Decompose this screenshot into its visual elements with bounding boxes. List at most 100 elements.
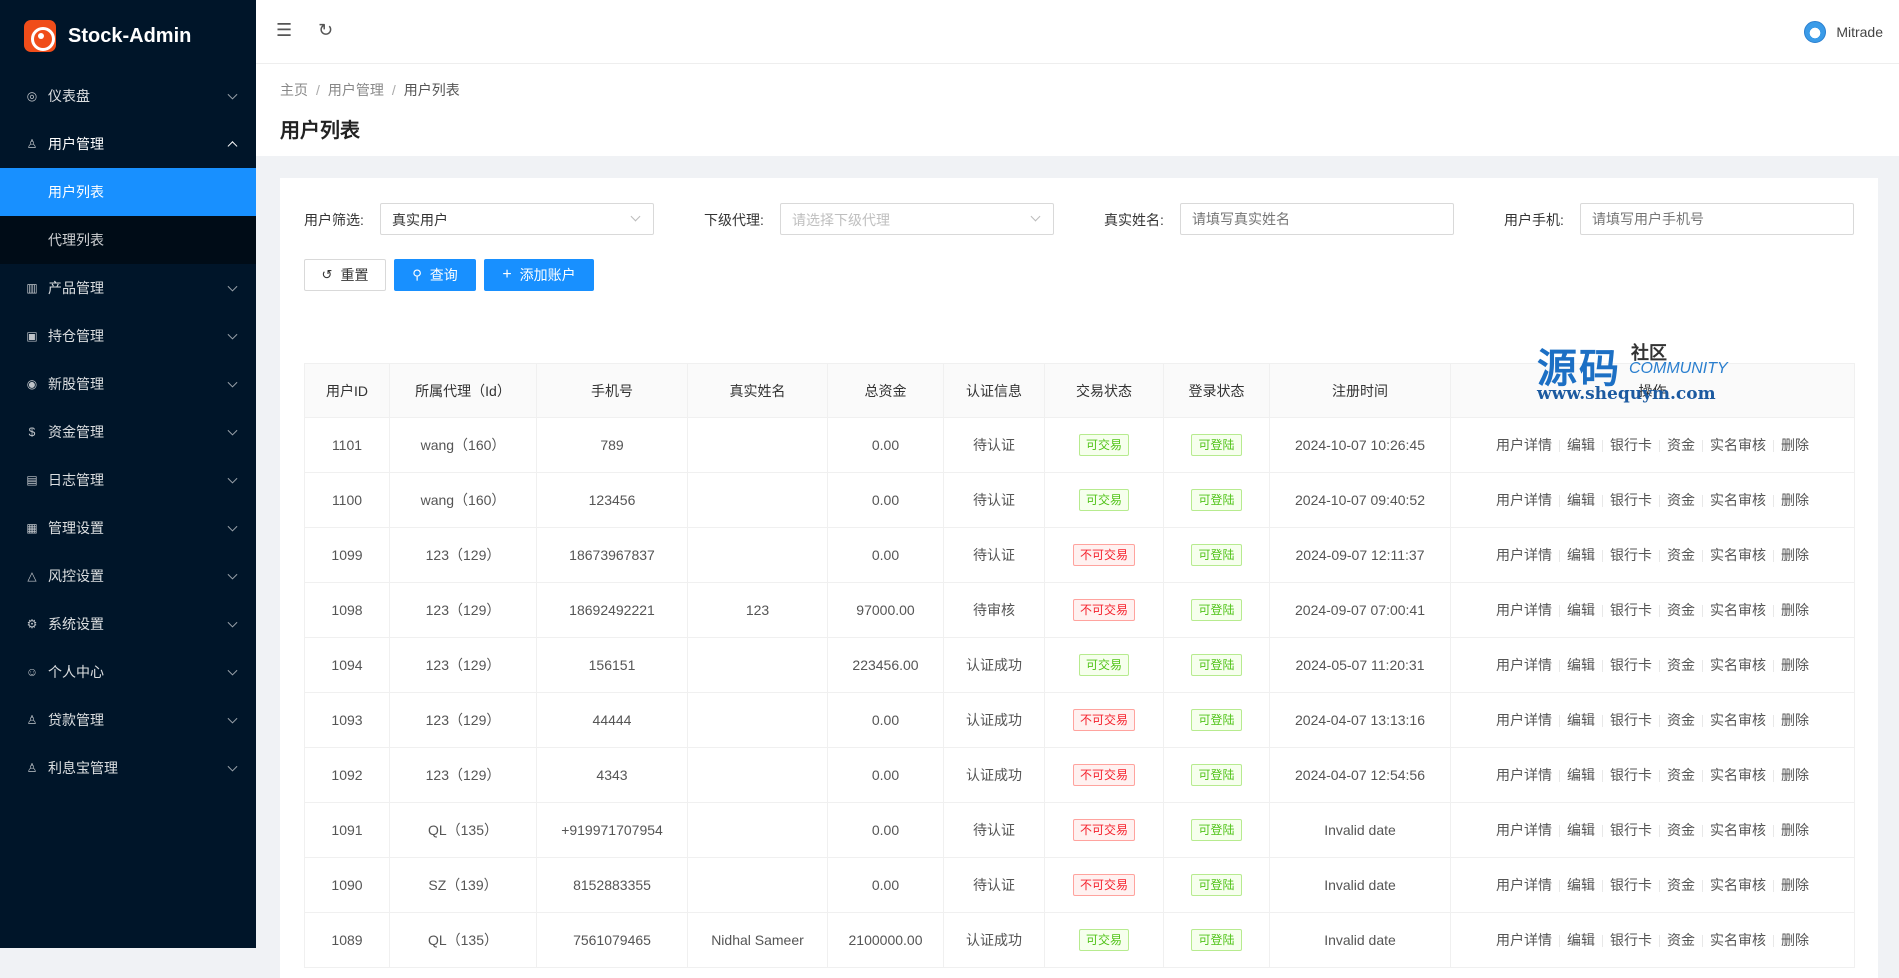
- action-link-0[interactable]: 用户详情: [1496, 877, 1552, 893]
- agent-select[interactable]: 请选择下级代理: [780, 203, 1054, 235]
- sidebar-item-2[interactable]: ▥ 产品管理: [0, 264, 256, 312]
- action-link-5[interactable]: 删除: [1781, 492, 1809, 508]
- action-link-5[interactable]: 删除: [1781, 547, 1809, 563]
- sidebar-item-9[interactable]: ⚙ 系统设置: [0, 600, 256, 648]
- sidebar-item-8[interactable]: △ 风控设置: [0, 552, 256, 600]
- action-link-0[interactable]: 用户详情: [1496, 932, 1552, 948]
- action-link-0[interactable]: 用户详情: [1496, 657, 1552, 673]
- action-link-5[interactable]: 删除: [1781, 877, 1809, 893]
- action-link-0[interactable]: 用户详情: [1496, 437, 1552, 453]
- sidebar-item-0[interactable]: ◎ 仪表盘: [0, 72, 256, 120]
- action-link-5[interactable]: 删除: [1781, 437, 1809, 453]
- sidebar-item-10[interactable]: ☺ 个人中心: [0, 648, 256, 696]
- submenu-item-1[interactable]: 代理列表: [0, 216, 256, 264]
- add-account-button[interactable]: + 添加账户: [484, 259, 594, 291]
- action-link-5[interactable]: 删除: [1781, 602, 1809, 618]
- action-link-1[interactable]: 编辑: [1567, 657, 1595, 673]
- action-link-0[interactable]: 用户详情: [1496, 767, 1552, 783]
- cell-trade: 不可交易: [1044, 747, 1164, 803]
- action-link-3[interactable]: 资金: [1667, 767, 1695, 783]
- action-link-4[interactable]: 实名审核: [1710, 437, 1766, 453]
- user-menu[interactable]: Mitrade: [1804, 21, 1883, 43]
- action-link-3[interactable]: 资金: [1667, 657, 1695, 673]
- action-link-3[interactable]: 资金: [1667, 437, 1695, 453]
- action-link-0[interactable]: 用户详情: [1496, 547, 1552, 563]
- search-button[interactable]: ⚲ 查询: [394, 259, 476, 291]
- table-row: 1092 123（129） 4343 0.00 认证成功 不可交易 可登陆 2024-04-0…: [304, 747, 1855, 803]
- phone-input[interactable]: [1580, 203, 1854, 235]
- action-link-1[interactable]: 编辑: [1567, 822, 1595, 838]
- action-link-4[interactable]: 实名审核: [1710, 547, 1766, 563]
- sidebar-item-5[interactable]: $ 资金管理: [0, 408, 256, 456]
- action-link-4[interactable]: 实名审核: [1710, 932, 1766, 948]
- action-link-3[interactable]: 资金: [1667, 547, 1695, 563]
- action-link-1[interactable]: 编辑: [1567, 437, 1595, 453]
- action-link-0[interactable]: 用户详情: [1496, 712, 1552, 728]
- action-link-4[interactable]: 实名审核: [1710, 877, 1766, 893]
- sidebar-item-label: 贷款管理: [48, 712, 104, 728]
- breadcrumb-home[interactable]: 主页: [280, 82, 308, 98]
- cell-auth: 待认证: [943, 527, 1045, 583]
- submenu-item-0[interactable]: 用户列表: [0, 168, 256, 216]
- sidebar-item-1[interactable]: ♙ 用户管理: [0, 120, 256, 168]
- action-link-5[interactable]: 删除: [1781, 767, 1809, 783]
- sidebar-item-12[interactable]: ♙ 利息宝管理: [0, 744, 256, 792]
- action-link-2[interactable]: 银行卡: [1610, 712, 1652, 728]
- action-link-4[interactable]: 实名审核: [1710, 767, 1766, 783]
- action-link-4[interactable]: 实名审核: [1710, 822, 1766, 838]
- breadcrumb-user-manage[interactable]: 用户管理: [328, 82, 384, 98]
- action-link-3[interactable]: 资金: [1667, 877, 1695, 893]
- action-link-4[interactable]: 实名审核: [1710, 492, 1766, 508]
- action-link-3[interactable]: 资金: [1667, 822, 1695, 838]
- action-link-1[interactable]: 编辑: [1567, 712, 1595, 728]
- action-link-2[interactable]: 银行卡: [1610, 492, 1652, 508]
- menu-fold-icon[interactable]: ☰: [276, 20, 292, 41]
- reset-button[interactable]: ↺ 重置: [304, 259, 386, 291]
- realname-input[interactable]: [1180, 203, 1454, 235]
- action-link-1[interactable]: 编辑: [1567, 602, 1595, 618]
- action-link-1[interactable]: 编辑: [1567, 932, 1595, 948]
- action-link-4[interactable]: 实名审核: [1710, 712, 1766, 728]
- action-link-2[interactable]: 银行卡: [1610, 877, 1652, 893]
- sidebar-item-11[interactable]: ♙ 贷款管理: [0, 696, 256, 744]
- logo[interactable]: Stock-Admin: [0, 0, 256, 72]
- cell-agent: QL（135）: [389, 912, 537, 968]
- action-link-0[interactable]: 用户详情: [1496, 822, 1552, 838]
- action-link-0[interactable]: 用户详情: [1496, 492, 1552, 508]
- cell-agent: 123（129）: [389, 747, 537, 803]
- sidebar-item-4[interactable]: ◉ 新股管理: [0, 360, 256, 408]
- action-link-5[interactable]: 删除: [1781, 657, 1809, 673]
- action-link-2[interactable]: 银行卡: [1610, 822, 1652, 838]
- action-link-3[interactable]: 资金: [1667, 602, 1695, 618]
- user-filter-select[interactable]: 真实用户: [380, 203, 654, 235]
- cell-id: 1089: [304, 912, 390, 968]
- action-link-5[interactable]: 删除: [1781, 712, 1809, 728]
- action-link-2[interactable]: 银行卡: [1610, 932, 1652, 948]
- cell-trade: 可交易: [1044, 472, 1164, 528]
- action-link-0[interactable]: 用户详情: [1496, 602, 1552, 618]
- action-link-2[interactable]: 银行卡: [1610, 657, 1652, 673]
- action-link-2[interactable]: 银行卡: [1610, 602, 1652, 618]
- sidebar-item-6[interactable]: ▤ 日志管理: [0, 456, 256, 504]
- trade-status-badge: 不可交易: [1072, 764, 1135, 786]
- refresh-icon[interactable]: ↻: [318, 20, 333, 41]
- action-link-4[interactable]: 实名审核: [1710, 602, 1766, 618]
- sidebar-item-7[interactable]: ▦ 管理设置: [0, 504, 256, 552]
- action-link-3[interactable]: 资金: [1667, 492, 1695, 508]
- person-icon: ☺: [25, 665, 39, 679]
- action-link-1[interactable]: 编辑: [1567, 767, 1595, 783]
- action-link-3[interactable]: 资金: [1667, 712, 1695, 728]
- action-link-1[interactable]: 编辑: [1567, 547, 1595, 563]
- action-link-4[interactable]: 实名审核: [1710, 657, 1766, 673]
- action-link-3[interactable]: 资金: [1667, 932, 1695, 948]
- action-link-1[interactable]: 编辑: [1567, 492, 1595, 508]
- action-link-5[interactable]: 删除: [1781, 932, 1809, 948]
- action-link-2[interactable]: 银行卡: [1610, 767, 1652, 783]
- action-link-2[interactable]: 银行卡: [1610, 547, 1652, 563]
- sidebar-item-3[interactable]: ▣ 持仓管理: [0, 312, 256, 360]
- action-link-1[interactable]: 编辑: [1567, 877, 1595, 893]
- action-link-5[interactable]: 删除: [1781, 822, 1809, 838]
- action-link-2[interactable]: 银行卡: [1610, 437, 1652, 453]
- cell-name: [687, 857, 828, 913]
- cell-phone: 18692492221: [536, 582, 688, 638]
